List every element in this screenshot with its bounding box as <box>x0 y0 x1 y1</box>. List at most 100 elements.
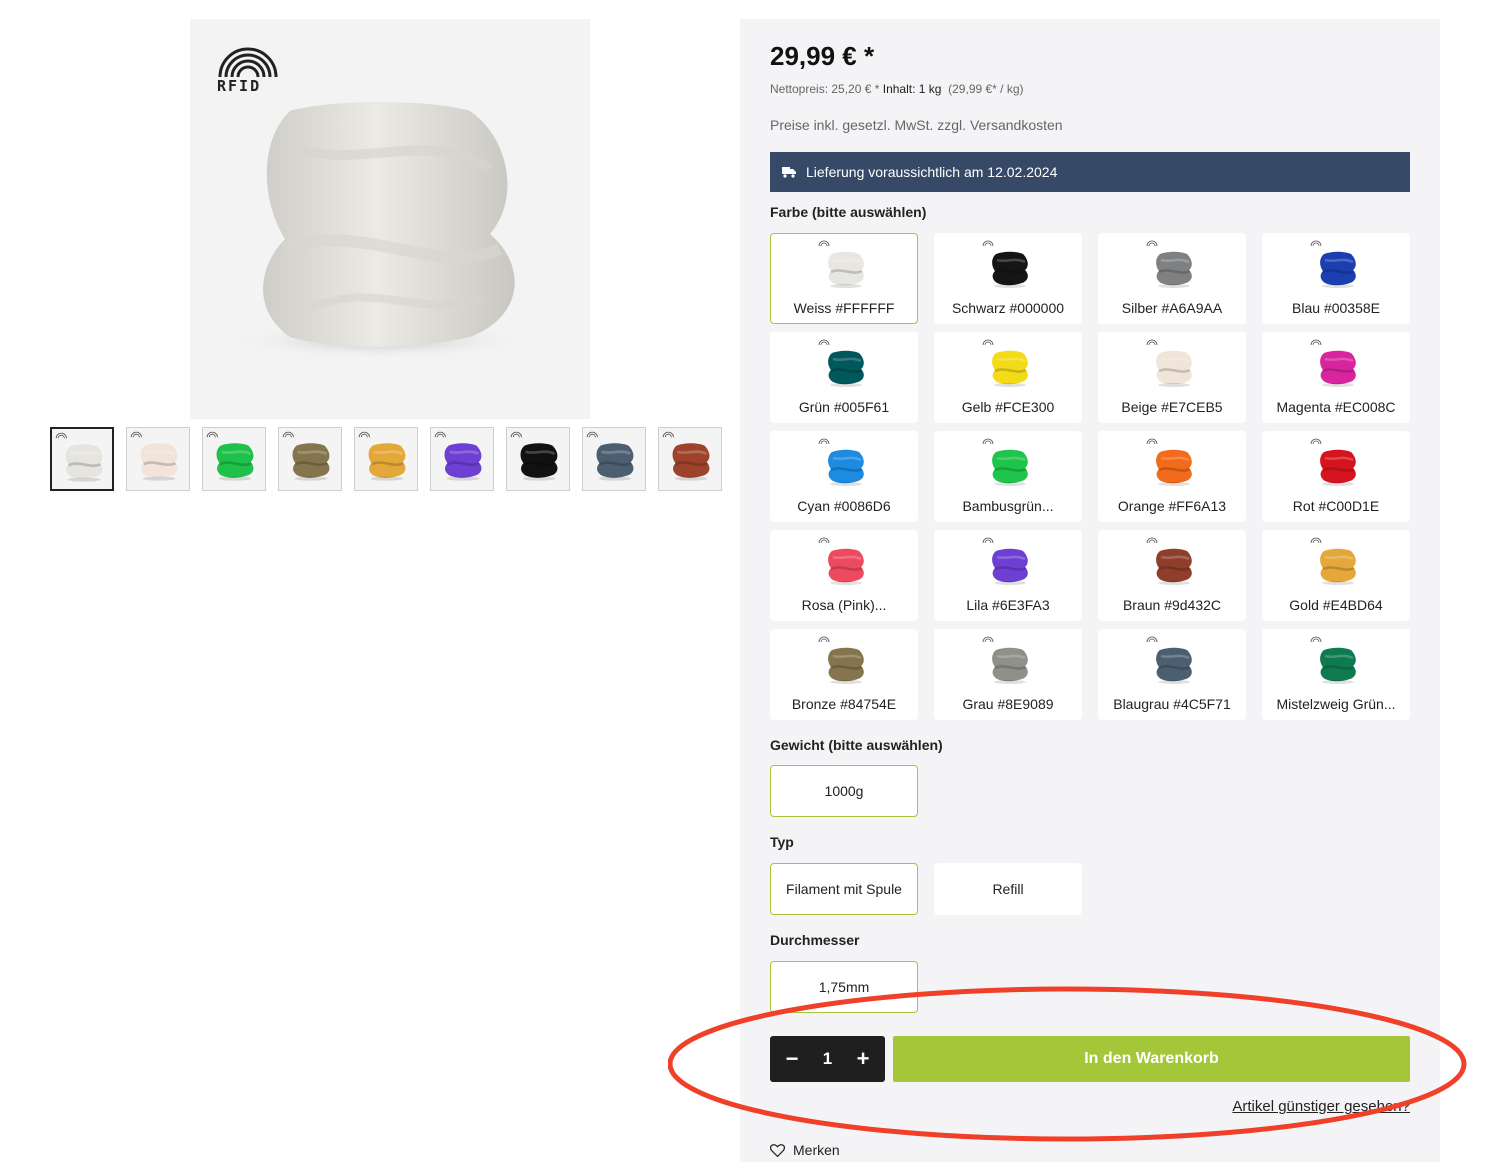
color-swatch-label: Beige #E7CEB5 <box>1121 399 1223 415</box>
color-swatch[interactable]: Silber #A6A9AA <box>1098 233 1246 324</box>
color-swatch[interactable]: Rot #C00D1E <box>1262 431 1410 522</box>
color-swatch[interactable]: Rosa (Pink)... <box>770 530 918 621</box>
gallery-thumbnail[interactable] <box>50 427 114 491</box>
unit-price: (29,99 €* / kg) <box>948 82 1024 96</box>
color-swatch[interactable]: Beige #E7CEB5 <box>1098 332 1246 423</box>
vase-image <box>230 102 530 359</box>
vase-swatch-icon <box>982 537 1028 585</box>
heart-icon <box>770 1143 785 1157</box>
decrease-quantity-button[interactable]: − <box>784 1046 800 1072</box>
vase-swatch-icon <box>982 240 1028 288</box>
color-swatch[interactable]: Weiss #FFFFFF <box>770 233 918 324</box>
color-swatch-label: Mistelzweig Grün... <box>1276 696 1396 712</box>
color-swatch[interactable]: Grau #8E9089 <box>934 629 1082 720</box>
vase-swatch-icon <box>818 537 864 585</box>
color-swatch-label: Silber #A6A9AA <box>1121 300 1223 316</box>
color-swatch[interactable]: Grün #005F61 <box>770 332 918 423</box>
vase-swatch-icon <box>982 339 1028 387</box>
gallery-thumbnail[interactable] <box>658 427 722 491</box>
color-swatch-image <box>1307 337 1367 395</box>
tax-note: Preise inkl. gesetzl. MwSt. zzgl. Versan… <box>770 117 1063 133</box>
color-swatch-image <box>815 535 875 593</box>
vase-swatch-icon <box>818 339 864 387</box>
vase-swatch-icon <box>1310 537 1356 585</box>
gallery-thumbnail[interactable] <box>202 427 266 491</box>
color-swatch-label: Grau #8E9089 <box>962 696 1054 712</box>
truck-icon <box>782 167 796 178</box>
color-swatch-label: Weiss #FFFFFF <box>793 300 895 316</box>
color-swatch[interactable]: Blaugrau #4C5F71 <box>1098 629 1246 720</box>
color-swatch-image <box>1307 436 1367 494</box>
color-swatch[interactable]: Bambusgrün... <box>934 431 1082 522</box>
color-swatch-image <box>979 634 1039 692</box>
buy-box: 29,99 € * Nettopreis: 25,20 € * Inhalt: … <box>740 19 1440 1162</box>
color-swatch-image <box>1143 238 1203 296</box>
color-swatch-label: Blaugrau #4C5F71 <box>1113 696 1231 712</box>
vase-thumbnail-icon <box>586 431 634 481</box>
vase-thumbnail-icon <box>130 431 178 481</box>
quantity-value[interactable]: 1 <box>823 1049 832 1069</box>
color-swatch[interactable]: Schwarz #000000 <box>934 233 1082 324</box>
color-swatch[interactable]: Blau #00358E <box>1262 233 1410 324</box>
content-amount: Inhalt: 1 kg <box>882 82 942 96</box>
weight-option-1000g[interactable]: 1000g <box>770 765 918 817</box>
main-product-image[interactable]: RFID <box>190 19 590 419</box>
vase-thumbnail-icon <box>282 431 330 481</box>
color-swatch-image <box>1143 634 1203 692</box>
seen-cheaper-link[interactable]: Artikel günstiger gesehen? <box>1232 1098 1410 1115</box>
color-swatch-label: Braun #9d432C <box>1122 597 1222 613</box>
gallery-thumbnail[interactable] <box>354 427 418 491</box>
color-swatch[interactable]: Gold #E4BD64 <box>1262 530 1410 621</box>
weight-label: Gewicht (bitte auswählen) <box>770 737 943 753</box>
vase-thumbnail-icon <box>358 431 406 481</box>
wishlist-label: Merken <box>793 1142 840 1158</box>
gallery-thumbnail[interactable] <box>430 427 494 491</box>
vase-swatch-icon <box>818 438 864 486</box>
vase-swatch-icon <box>818 240 864 288</box>
color-swatch[interactable]: Mistelzweig Grün... <box>1262 629 1410 720</box>
vase-swatch-icon <box>1146 636 1192 684</box>
color-swatch-label: Rosa (Pink)... <box>801 597 887 613</box>
color-swatch[interactable]: Orange #FF6A13 <box>1098 431 1246 522</box>
color-swatch[interactable]: Cyan #0086D6 <box>770 431 918 522</box>
color-swatch-label: Cyan #0086D6 <box>797 498 891 514</box>
color-swatch-image <box>1143 436 1203 494</box>
wishlist-button[interactable]: Merken <box>770 1142 840 1158</box>
diameter-option-175[interactable]: 1,75mm <box>770 961 918 1013</box>
vase-thumbnail-icon <box>510 431 558 481</box>
color-swatch[interactable]: Bronze #84754E <box>770 629 918 720</box>
type-option-label: Refill <box>992 881 1024 897</box>
color-swatch[interactable]: Magenta #EC008C <box>1262 332 1410 423</box>
color-swatch-label: Schwarz #000000 <box>951 300 1065 316</box>
unit-price-line: Nettopreis: 25,20 € * Inhalt: 1 kg (29,9… <box>770 82 1024 96</box>
color-swatch-label: Magenta #EC008C <box>1276 399 1396 415</box>
type-option-label: Filament mit Spule <box>786 881 902 897</box>
add-to-cart-button[interactable]: In den Warenkorb <box>893 1036 1410 1082</box>
type-option-filament-spool[interactable]: Filament mit Spule <box>770 863 918 915</box>
gallery-thumbnail[interactable] <box>582 427 646 491</box>
vase-swatch-icon <box>1310 438 1356 486</box>
diameter-label: Durchmesser <box>770 932 860 948</box>
color-swatch[interactable]: Braun #9d432C <box>1098 530 1246 621</box>
color-swatch-image <box>1307 634 1367 692</box>
color-swatch[interactable]: Gelb #FCE300 <box>934 332 1082 423</box>
color-swatch-label: Gold #E4BD64 <box>1289 597 1383 613</box>
increase-quantity-button[interactable]: + <box>855 1046 871 1072</box>
color-swatch-image <box>979 535 1039 593</box>
color-swatch-image <box>815 337 875 395</box>
color-swatch-image <box>1307 238 1367 296</box>
gallery-thumbnail[interactable] <box>278 427 342 491</box>
color-swatch-label: Blau #00358E <box>1292 300 1380 316</box>
type-option-refill[interactable]: Refill <box>934 863 1082 915</box>
vase-swatch-icon <box>1310 636 1356 684</box>
color-swatch-label: Grün #005F61 <box>798 399 890 415</box>
color-swatch-label: Lila #6E3FA3 <box>966 597 1050 613</box>
color-swatch-label: Rot #C00D1E <box>1292 498 1380 514</box>
vase-swatch-icon <box>1310 240 1356 288</box>
color-swatch[interactable]: Lila #6E3FA3 <box>934 530 1082 621</box>
color-swatch-image <box>1143 535 1203 593</box>
color-swatch-image <box>815 634 875 692</box>
gallery-thumbnail[interactable] <box>126 427 190 491</box>
gallery-thumbnail[interactable] <box>506 427 570 491</box>
delivery-banner: Lieferung voraussichtlich am 12.02.2024 <box>770 152 1410 192</box>
